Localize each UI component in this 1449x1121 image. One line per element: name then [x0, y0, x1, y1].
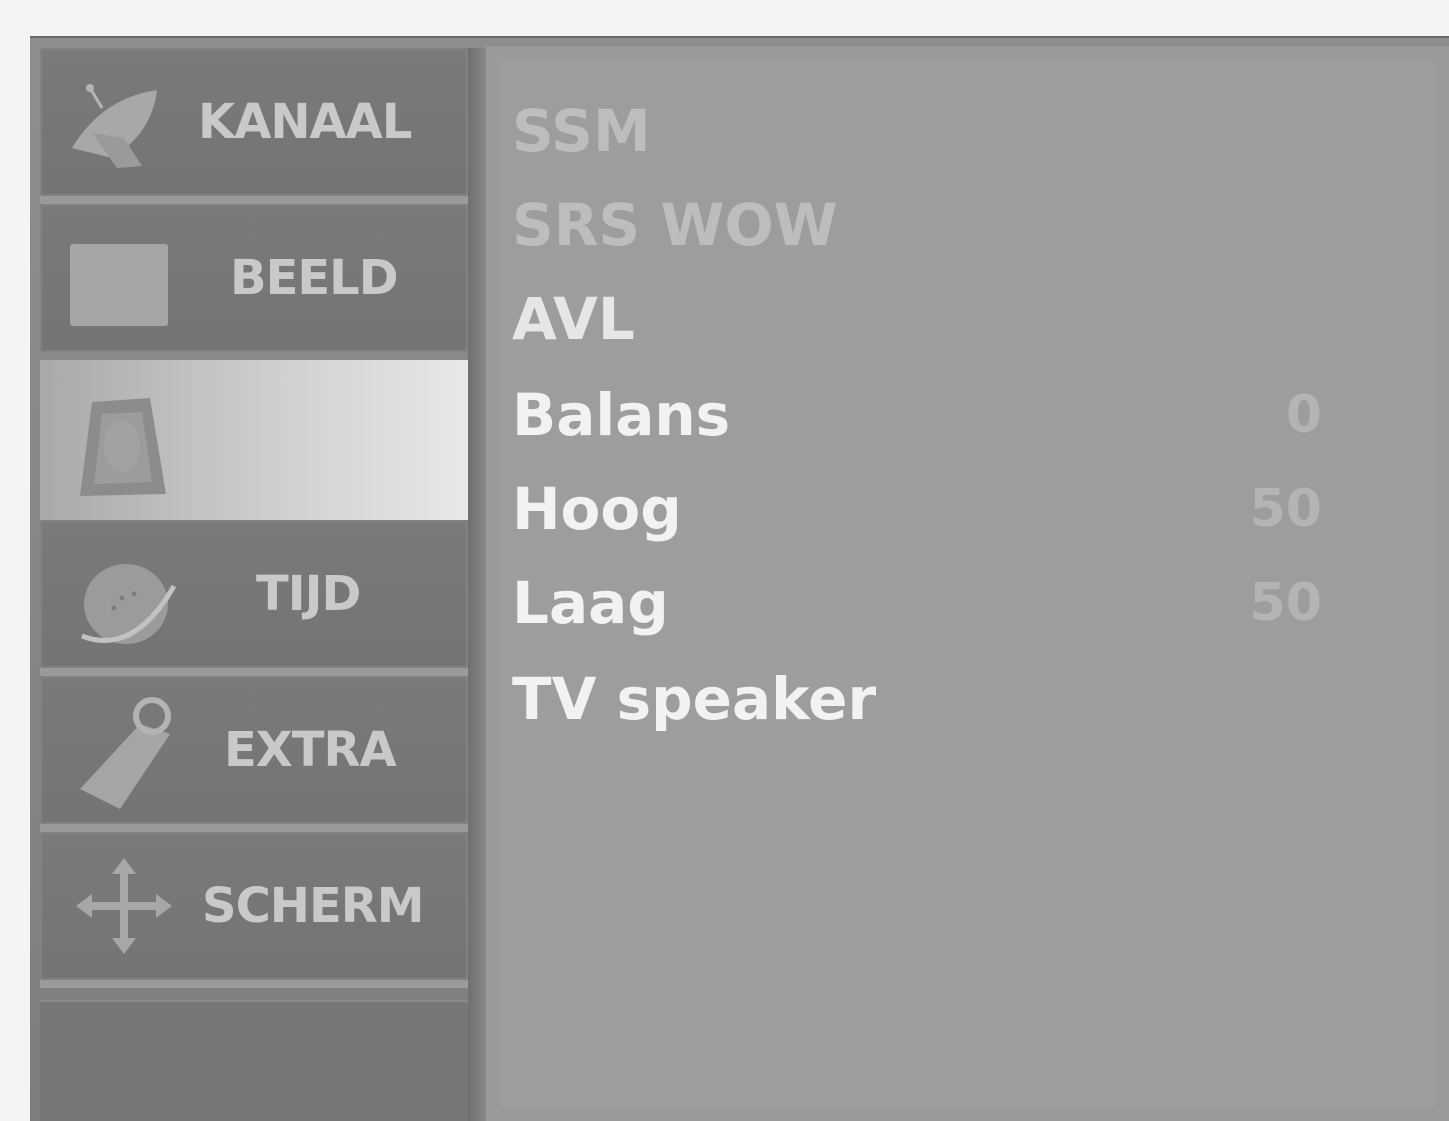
sidebar-item-label: KANAAL	[198, 94, 412, 150]
tv-osd-screen: KANAAL BEELD TIJD EXTRA SCHERM SSM SRS W…	[30, 36, 1449, 1121]
row-label: Balans	[512, 381, 731, 449]
row-label: Laag	[512, 569, 669, 637]
menu-row-hoog[interactable]: Hoog 50	[512, 462, 1322, 556]
menu-row-avl[interactable]: AVL	[512, 272, 1312, 366]
sidebar-item-sound-active[interactable]	[40, 360, 468, 520]
menu-separator	[40, 668, 468, 676]
row-label: SSM	[512, 97, 651, 165]
menu-row-srs-wow[interactable]: SRS WOW	[512, 178, 1312, 272]
move-arrows-icon	[76, 858, 172, 954]
balans-value: 0	[1285, 385, 1322, 445]
menu-row-tv-speaker[interactable]: TV speaker	[512, 652, 1312, 746]
speaker-icon	[80, 398, 166, 496]
row-label: AVL	[512, 285, 635, 353]
row-label: TV speaker	[512, 665, 877, 733]
sidebar-item-label: BEELD	[230, 250, 399, 306]
row-value	[1162, 652, 1322, 746]
menu-row-laag[interactable]: Laag 50	[512, 556, 1322, 650]
row-label: SRS WOW	[512, 191, 838, 259]
sound-settings-panel: SSM SRS WOW AVL Balans 0 Hoog 50 Laag 50…	[486, 46, 1449, 1121]
sidebar-item-extra[interactable]: EXTRA	[40, 676, 468, 824]
panel-divider	[468, 48, 486, 1121]
satellite-dish-icon	[72, 84, 157, 168]
sidebar-item-label: SCHERM	[202, 878, 424, 934]
menu-row-ssm[interactable]: SSM	[512, 84, 1312, 178]
clock-globe-icon	[81, 564, 177, 644]
picture-square-icon	[70, 244, 168, 326]
tag-icon	[80, 697, 171, 809]
sidebar-menu: KANAAL BEELD TIJD EXTRA SCHERM	[40, 48, 468, 1121]
row-value	[1162, 272, 1322, 366]
menu-separator	[40, 980, 468, 988]
sidebar-empty-area	[40, 1000, 468, 1121]
sidebar-item-kanaal[interactable]: KANAAL	[40, 48, 468, 196]
hoog-value: 50	[1249, 479, 1322, 539]
menu-row-balans[interactable]: Balans 0	[512, 368, 1322, 462]
laag-value: 50	[1249, 573, 1322, 633]
sidebar-item-label: TIJD	[256, 566, 361, 622]
sidebar-item-scherm[interactable]: SCHERM	[40, 832, 468, 980]
row-value	[1162, 178, 1322, 272]
sidebar-item-label: EXTRA	[224, 722, 397, 778]
sidebar-item-beeld[interactable]: BEELD	[40, 204, 468, 352]
row-value	[1162, 84, 1322, 178]
menu-separator	[40, 196, 468, 204]
sidebar-item-tijd[interactable]: TIJD	[40, 520, 468, 668]
row-label: Hoog	[512, 475, 682, 543]
menu-separator	[40, 824, 468, 832]
